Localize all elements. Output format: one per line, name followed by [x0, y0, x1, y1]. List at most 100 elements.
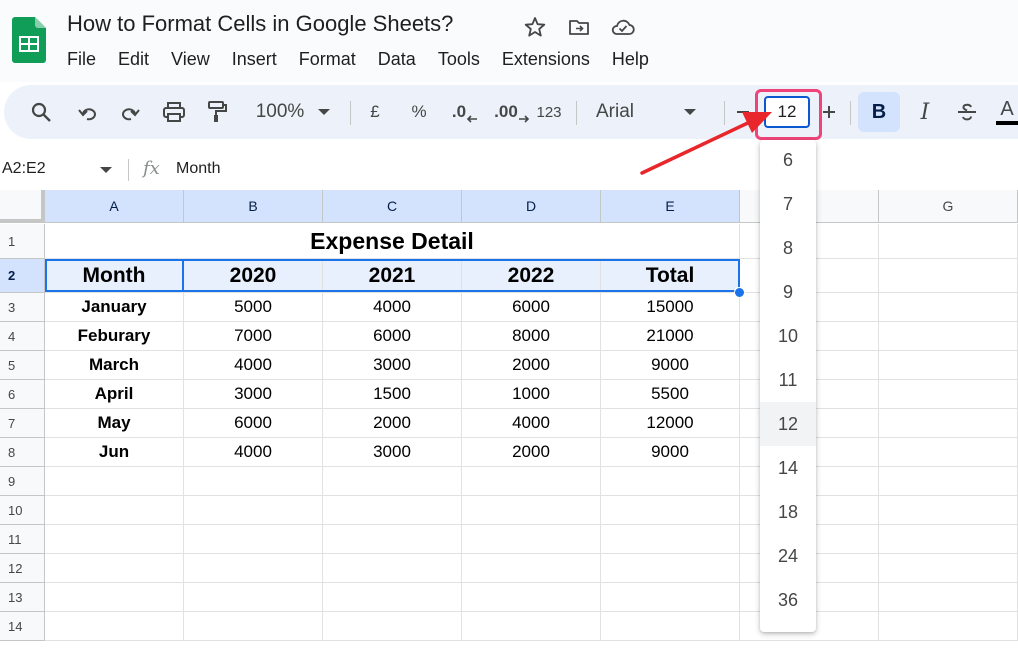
menu-file[interactable]: File — [67, 48, 96, 70]
row-header-6[interactable]: 6 — [0, 380, 45, 409]
font-size-option-12[interactable]: 12 — [760, 402, 816, 446]
cell-g10[interactable] — [879, 496, 1018, 525]
redo-icon[interactable] — [116, 85, 146, 139]
cell-d9[interactable] — [462, 467, 601, 496]
font-size-option-10[interactable]: 10 — [760, 314, 816, 358]
cell-e6[interactable]: 5500 — [601, 380, 740, 409]
cell-b14[interactable] — [184, 612, 323, 641]
font-size-option-24[interactable]: 24 — [760, 534, 816, 578]
column-header-d[interactable]: D — [462, 190, 601, 223]
cell-b11[interactable] — [184, 525, 323, 554]
font-size-option-7[interactable]: 7 — [760, 182, 816, 226]
cell-c4[interactable]: 6000 — [323, 322, 462, 351]
cell-a13[interactable] — [45, 583, 184, 612]
font-size-option-8[interactable]: 8 — [760, 226, 816, 270]
move-folder-icon[interactable] — [566, 14, 592, 40]
cell-c13[interactable] — [323, 583, 462, 612]
strikethrough-button[interactable] — [950, 85, 984, 139]
cell-c14[interactable] — [323, 612, 462, 641]
font-select[interactable]: Arial — [596, 85, 716, 139]
cell-a8[interactable]: Jun — [45, 438, 184, 467]
cell-a4[interactable]: Feburary — [45, 322, 184, 351]
row-header-10[interactable]: 10 — [0, 496, 45, 525]
sheets-logo-icon[interactable] — [12, 17, 46, 63]
cell-d13[interactable] — [462, 583, 601, 612]
increase-decimal-button[interactable]: .00 — [492, 85, 532, 139]
name-box[interactable]: A2:E2 — [2, 160, 46, 178]
menu-data[interactable]: Data — [378, 48, 416, 70]
cell-g3[interactable] — [879, 293, 1018, 322]
cell-g1[interactable] — [879, 224, 1018, 259]
cloud-saved-icon[interactable] — [610, 14, 636, 40]
menu-format[interactable]: Format — [299, 48, 356, 70]
cell-b13[interactable] — [184, 583, 323, 612]
cell-e11[interactable] — [601, 525, 740, 554]
cell-c5[interactable]: 3000 — [323, 351, 462, 380]
cell-b3[interactable]: 5000 — [184, 293, 323, 322]
cell-g5[interactable] — [879, 351, 1018, 380]
cell-e12[interactable] — [601, 554, 740, 583]
cell-g9[interactable] — [879, 467, 1018, 496]
cell-c6[interactable]: 1500 — [323, 380, 462, 409]
cell-c12[interactable] — [323, 554, 462, 583]
star-icon[interactable] — [522, 14, 548, 40]
header-cell-c[interactable]: 2021 — [323, 259, 462, 293]
cell-e14[interactable] — [601, 612, 740, 641]
cell-c9[interactable] — [323, 467, 462, 496]
menu-help[interactable]: Help — [612, 48, 649, 70]
chevron-down-icon[interactable] — [100, 167, 112, 173]
decrease-decimal-button[interactable]: .0 — [448, 85, 482, 139]
row-header-5[interactable]: 5 — [0, 351, 45, 380]
column-header-c[interactable]: C — [323, 190, 462, 223]
header-cell-a[interactable]: Month — [45, 259, 184, 293]
cell-c7[interactable]: 2000 — [323, 409, 462, 438]
row-header-9[interactable]: 9 — [0, 467, 45, 496]
cell-a10[interactable] — [45, 496, 184, 525]
paint-format-icon[interactable] — [202, 85, 232, 139]
cell-a7[interactable]: May — [45, 409, 184, 438]
cell-b7[interactable]: 6000 — [184, 409, 323, 438]
cell-d4[interactable]: 8000 — [462, 322, 601, 351]
document-title[interactable]: How to Format Cells in Google Sheets? — [67, 11, 453, 37]
cell-e7[interactable]: 12000 — [601, 409, 740, 438]
column-header-a[interactable]: A — [45, 190, 184, 223]
cell-g14[interactable] — [879, 612, 1018, 641]
font-size-option-36[interactable]: 36 — [760, 578, 816, 622]
cell-c3[interactable]: 4000 — [323, 293, 462, 322]
font-size-option-9[interactable]: 9 — [760, 270, 816, 314]
cell-g13[interactable] — [879, 583, 1018, 612]
row-header-12[interactable]: 12 — [0, 554, 45, 583]
search-menus-icon[interactable] — [26, 85, 56, 139]
cell-e3[interactable]: 15000 — [601, 293, 740, 322]
row-header-3[interactable]: 3 — [0, 293, 45, 322]
cell-a11[interactable] — [45, 525, 184, 554]
cell-b10[interactable] — [184, 496, 323, 525]
cell-g7[interactable] — [879, 409, 1018, 438]
column-header-e[interactable]: E — [601, 190, 740, 223]
row-header-2[interactable]: 2 — [0, 259, 45, 293]
more-formats-button[interactable]: 123 — [534, 85, 564, 139]
cell-b9[interactable] — [184, 467, 323, 496]
font-size-option-14[interactable]: 14 — [760, 446, 816, 490]
italic-button[interactable]: I — [908, 85, 942, 139]
menu-view[interactable]: View — [171, 48, 210, 70]
cell-a14[interactable] — [45, 612, 184, 641]
column-header-b[interactable]: B — [184, 190, 323, 223]
row-header-14[interactable]: 14 — [0, 612, 45, 641]
fill-handle[interactable] — [734, 287, 745, 298]
sheet-title-cell[interactable]: Expense Detail — [45, 224, 740, 259]
cell-d14[interactable] — [462, 612, 601, 641]
row-header-13[interactable]: 13 — [0, 583, 45, 612]
menu-extensions[interactable]: Extensions — [502, 48, 590, 70]
row-header-11[interactable]: 11 — [0, 525, 45, 554]
cell-d7[interactable]: 4000 — [462, 409, 601, 438]
cell-c10[interactable] — [323, 496, 462, 525]
row-header-7[interactable]: 7 — [0, 409, 45, 438]
cell-a12[interactable] — [45, 554, 184, 583]
cell-b5[interactable]: 4000 — [184, 351, 323, 380]
cell-e13[interactable] — [601, 583, 740, 612]
row-header-1[interactable]: 1 — [0, 224, 45, 259]
cell-a6[interactable]: April — [45, 380, 184, 409]
cell-e10[interactable] — [601, 496, 740, 525]
cell-b12[interactable] — [184, 554, 323, 583]
